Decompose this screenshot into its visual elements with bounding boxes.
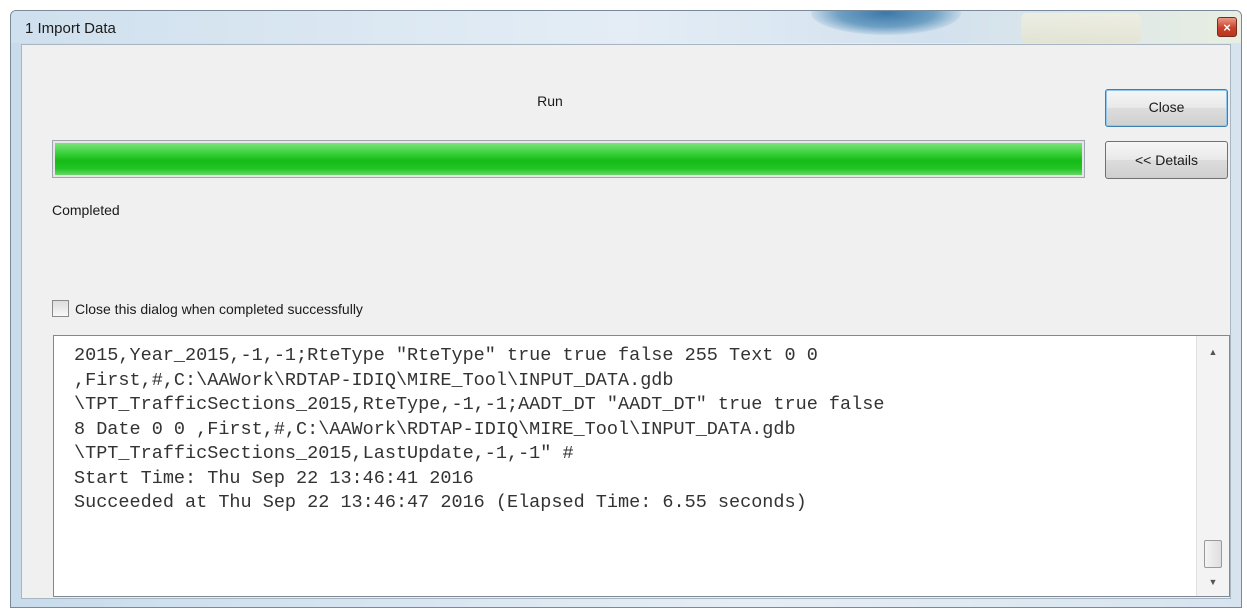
title-bar-decoration xyxy=(1021,13,1141,43)
close-when-done-option[interactable]: Close this dialog when completed success… xyxy=(52,300,363,317)
title-bar[interactable]: 1 Import Data × xyxy=(11,11,1241,43)
scroll-down-icon[interactable]: ▼ xyxy=(1197,570,1229,594)
window-close-icon[interactable]: × xyxy=(1217,17,1237,37)
log-line: Succeeded at Thu Sep 22 13:46:47 2016 (E… xyxy=(74,492,807,513)
scroll-up-icon[interactable]: ▲ xyxy=(1197,340,1229,364)
log-line: \TPT_TrafficSections_2015,RteType,-1,-1;… xyxy=(74,394,885,415)
import-data-dialog: 1 Import Data × Run Close << Details Com… xyxy=(10,10,1242,608)
dialog-body: Run Close << Details Completed Close thi… xyxy=(21,44,1231,599)
details-log[interactable]: 2015,Year_2015,-1,-1;RteType "RteType" t… xyxy=(53,335,1230,597)
window-title: 1 Import Data xyxy=(25,20,116,37)
log-line: 2015,Year_2015,-1,-1;RteType "RteType" t… xyxy=(74,345,818,366)
run-label: Run xyxy=(537,93,563,109)
close-when-done-checkbox[interactable] xyxy=(52,300,69,317)
status-text: Completed xyxy=(52,202,120,218)
log-line: \TPT_TrafficSections_2015,LastUpdate,-1,… xyxy=(74,443,574,464)
log-line: Start Time: Thu Sep 22 13:46:41 2016 xyxy=(74,467,474,489)
title-bar-decoration xyxy=(811,11,961,35)
details-toggle-button[interactable]: << Details xyxy=(1105,141,1228,179)
close-button[interactable]: Close xyxy=(1105,89,1228,127)
progress-bar-fill xyxy=(55,143,1082,175)
details-scrollbar[interactable]: ▲ ▼ xyxy=(1196,336,1229,596)
progress-bar xyxy=(52,140,1085,178)
log-line: ,First,#,C:\AAWork\RDTAP-IDIQ\MIRE_Tool\… xyxy=(74,369,674,391)
scroll-thumb[interactable] xyxy=(1204,540,1222,568)
details-log-text: 2015,Year_2015,-1,-1;RteType "RteType" t… xyxy=(74,344,1179,516)
close-when-done-label: Close this dialog when completed success… xyxy=(75,300,363,317)
log-line: 8 Date 0 0 ,First,#,C:\AAWork\RDTAP-IDIQ… xyxy=(74,418,796,440)
